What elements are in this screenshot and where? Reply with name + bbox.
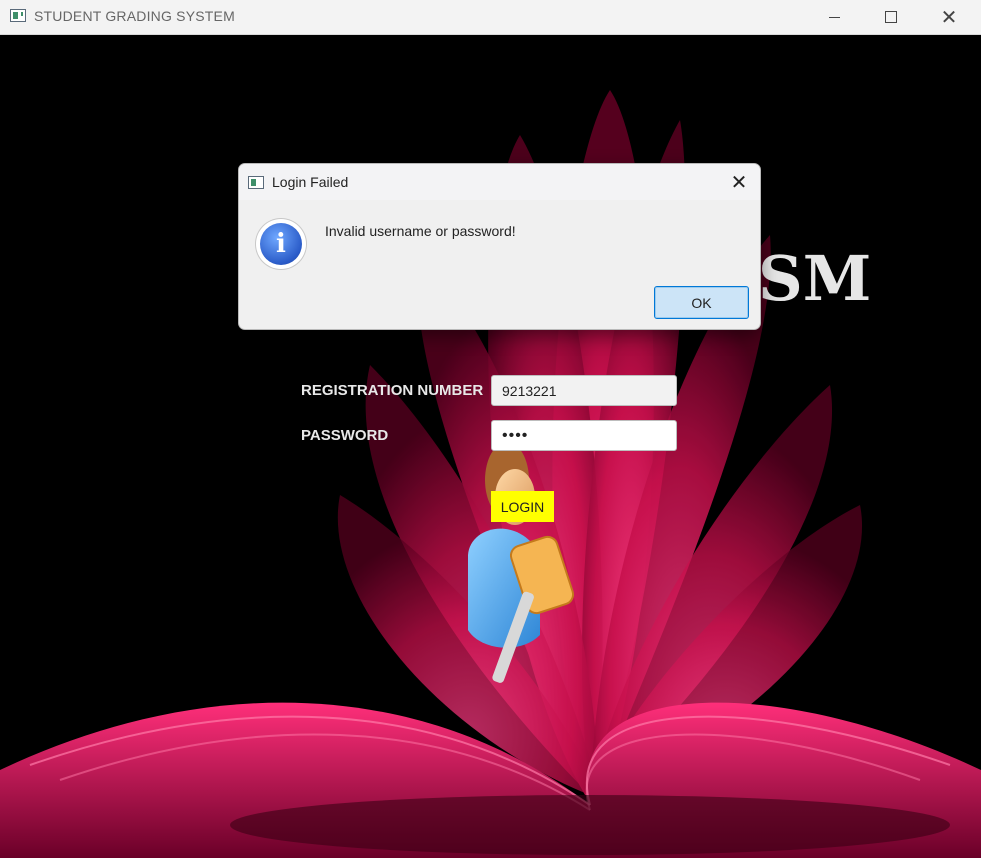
dialog-app-icon	[248, 176, 264, 189]
close-window-button[interactable]: ✕	[926, 0, 972, 34]
registration-number-label: REGISTRATION NUMBER	[301, 382, 484, 399]
dialog-title: Login Failed	[272, 174, 349, 190]
password-label: PASSWORD	[301, 427, 389, 444]
password-input[interactable]	[491, 420, 677, 451]
window-title: STUDENT GRADING SYSTEM	[34, 8, 235, 24]
close-icon: ✕	[940, 5, 958, 29]
login-failed-dialog: Login Failed ✕ i Invalid username or pas…	[238, 163, 761, 330]
minimize-button[interactable]	[811, 0, 857, 34]
dialog-titlebar: Login Failed ✕	[239, 164, 760, 200]
minimize-icon	[828, 16, 840, 18]
maximize-button[interactable]	[868, 0, 914, 34]
info-icon: i	[256, 219, 306, 269]
title-fragment: SM	[758, 242, 871, 315]
login-button[interactable]: LOGIN	[491, 491, 554, 522]
window-titlebar: STUDENT GRADING SYSTEM ✕	[0, 0, 981, 35]
app-icon	[10, 9, 26, 22]
registration-number-input[interactable]	[491, 375, 677, 406]
dialog-close-button[interactable]: ✕	[724, 168, 754, 196]
dialog-message: Invalid username or password!	[325, 223, 516, 239]
maximize-icon	[885, 11, 897, 23]
ok-button[interactable]: OK	[654, 286, 749, 319]
